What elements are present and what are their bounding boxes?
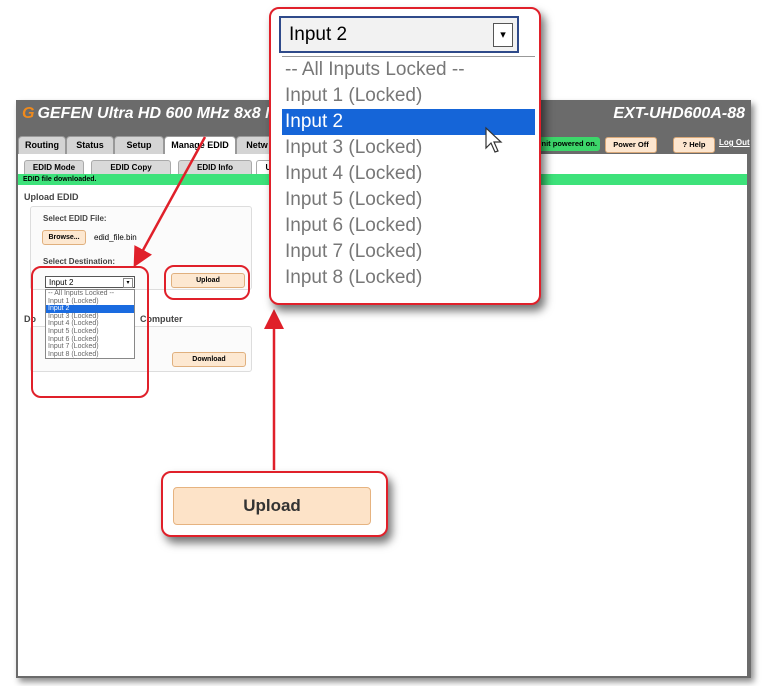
zoomed-select-value: Input 2 (289, 24, 348, 45)
arrow-to-dropdown (133, 136, 207, 268)
zoomed-option[interactable]: Input 5 (Locked) (282, 187, 535, 213)
zoomed-option[interactable]: Input 4 (Locked) (282, 161, 535, 187)
chevron-down-icon: ▾ (493, 23, 513, 47)
zoomed-option[interactable]: Input 8 (Locked) (282, 265, 535, 291)
zoomed-option[interactable]: Input 7 (Locked) (282, 239, 535, 265)
zoomed-option[interactable]: Input 6 (Locked) (282, 213, 535, 239)
mouse-cursor-icon (485, 126, 503, 153)
zoomed-destination-select[interactable]: Input 2 ▾ (279, 16, 519, 53)
zoomed-upload-callout: Upload (161, 471, 388, 537)
zoomed-dropdown-callout: Input 2 ▾ -- All Inputs Locked -- Input … (269, 7, 541, 305)
zoomed-upload-button[interactable]: Upload (173, 487, 371, 525)
zoomed-dropdown-list: -- All Inputs Locked -- Input 1 (Locked)… (282, 56, 535, 291)
zoomed-option[interactable]: -- All Inputs Locked -- (282, 57, 535, 83)
zoomed-option[interactable]: Input 1 (Locked) (282, 83, 535, 109)
